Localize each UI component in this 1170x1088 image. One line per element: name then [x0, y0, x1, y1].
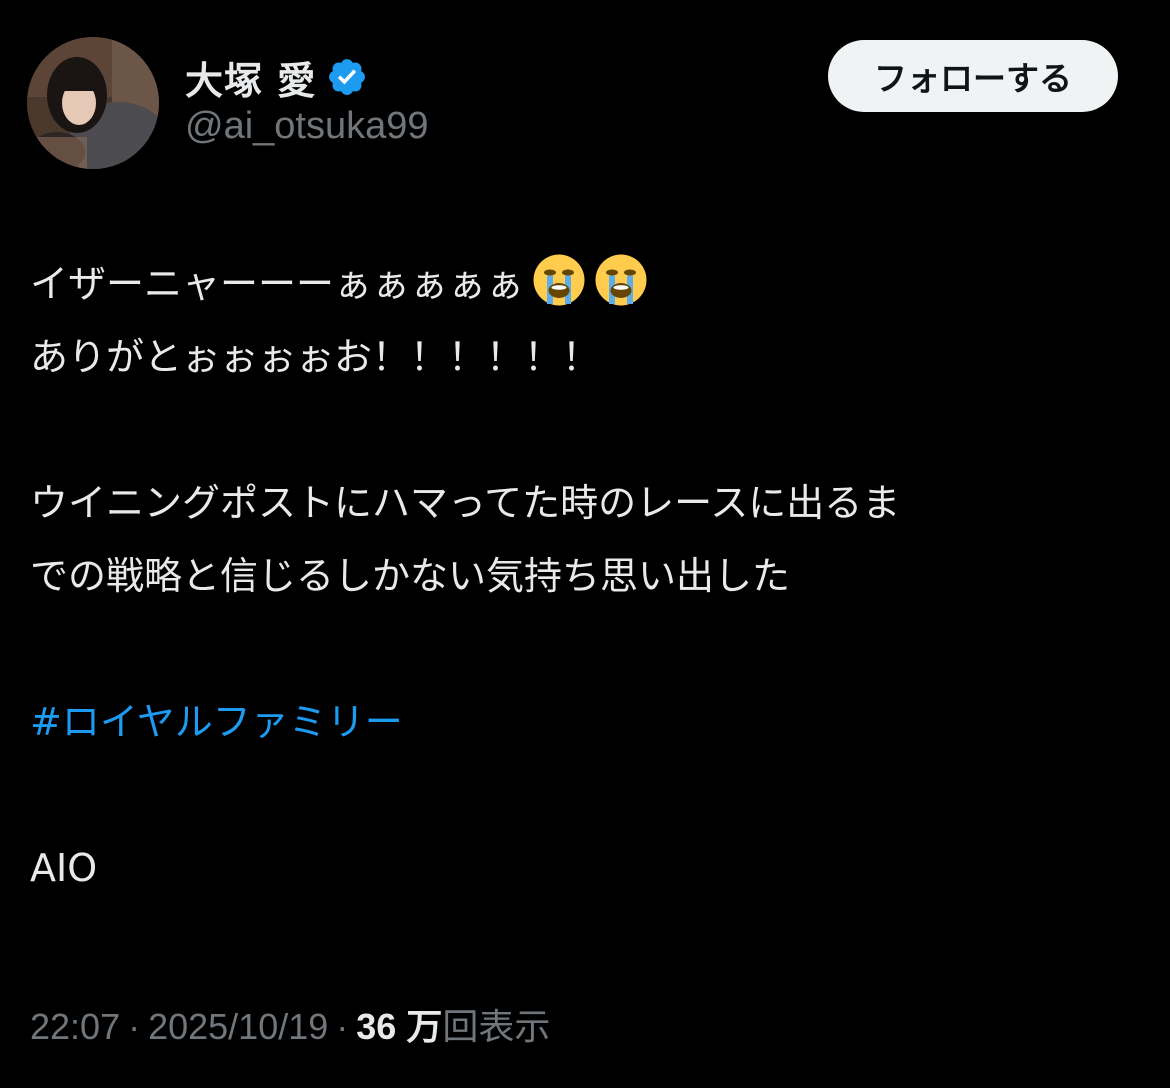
- loudly-crying-face-icon: [533, 254, 585, 306]
- hashtag-link[interactable]: #ロイヤルファミリー: [30, 700, 403, 744]
- display-name[interactable]: 大塚 愛: [185, 50, 316, 105]
- views-count: 36 万: [356, 1006, 443, 1047]
- loudly-crying-face-icon: [595, 254, 647, 306]
- meta-separator: ·: [128, 1006, 141, 1047]
- avatar[interactable]: [27, 37, 159, 169]
- tweet-meta: 22:07 · 2025/10/19 · 36 万回表示: [30, 998, 550, 1050]
- tweet-header: 大塚 愛 @ai_otsuka99 フォローする: [27, 37, 1118, 171]
- user-info: 大塚 愛 @ai_otsuka99: [185, 51, 429, 148]
- tweet-date[interactable]: 2025/10/19: [148, 1006, 328, 1047]
- verified-badge-icon[interactable]: [326, 56, 368, 98]
- tweet-text: イザーニャーーーぁぁぁぁぁ ありがとぉぉぉぉお！！！！！！ ウイニングポストにハ…: [30, 248, 1140, 905]
- follow-button[interactable]: フォローする: [828, 40, 1118, 112]
- name-row: 大塚 愛: [185, 51, 429, 103]
- meta-separator: ·: [336, 1006, 349, 1047]
- views-label: 回表示: [442, 1006, 551, 1047]
- tweet-line: イザーニャーーーぁぁぁぁぁ: [30, 248, 1140, 321]
- tweet-line: ありがとぉぉぉぉお！！！！！！: [30, 335, 601, 379]
- avatar-image: [27, 37, 159, 169]
- tweet-time[interactable]: 22:07: [30, 1006, 120, 1047]
- tweet-signature: AIO: [30, 846, 98, 890]
- tweet-line: での戦略と信じるしかない気持ち思い出した: [30, 554, 791, 598]
- tweet-line-text: イザーニャーーーぁぁぁぁぁ: [30, 262, 525, 306]
- tweet-line: ウイニングポストにハマってた時のレースに出るま: [30, 481, 901, 525]
- user-handle[interactable]: @ai_otsuka99: [185, 105, 429, 148]
- hashtag-line: #ロイヤルファミリー: [30, 686, 1140, 759]
